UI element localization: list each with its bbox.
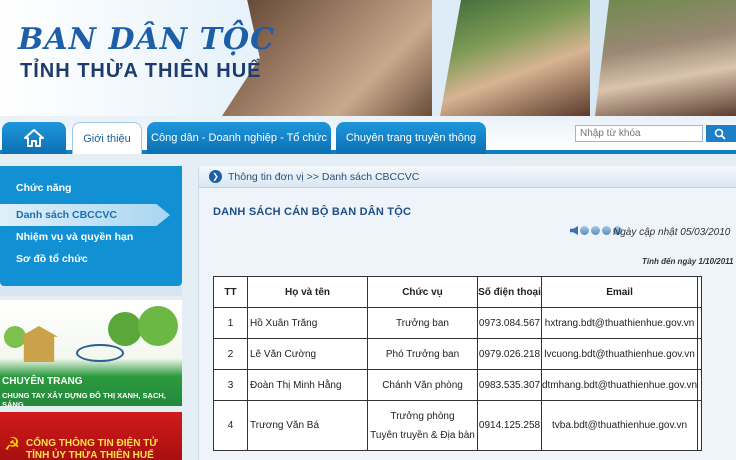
tree-graphic bbox=[108, 312, 142, 346]
cell-position: Phó Trưởng ban bbox=[367, 338, 478, 370]
tab-chuyen-trang-truyen-thong[interactable]: Chuyên trang truyền thông bbox=[336, 122, 486, 154]
search-button[interactable] bbox=[706, 125, 736, 142]
column-header-position: Chức vụ bbox=[367, 276, 478, 308]
header-photo-elderly-woman bbox=[222, 0, 432, 116]
cell-extra bbox=[697, 400, 703, 451]
cell-extra bbox=[697, 338, 703, 370]
banner-do-thi-xanh[interactable]: CHUYÊN TRANG CHUNG TAY XÂY DỰNG ĐÔ THỊ X… bbox=[0, 300, 182, 406]
cell-phone: 0973.084.567 bbox=[477, 307, 542, 339]
tab-gioi-thieu[interactable]: Giới thiệu bbox=[72, 122, 142, 154]
header-photo-girl bbox=[440, 0, 590, 116]
column-header-tt: TT bbox=[213, 276, 248, 308]
tab-cong-dan-doanh-nghiep[interactable]: Công dân - Doanh nghiệp - Tổ chức bbox=[147, 122, 331, 154]
site-logo-title[interactable]: BAN DÂN TỘC bbox=[18, 22, 275, 57]
sidebar-item-danh-sach-cbccvc[interactable]: Danh sách CBCCVC bbox=[0, 204, 170, 226]
email-icon[interactable] bbox=[591, 226, 600, 235]
cell-email[interactable]: hxtrang.bdt@thuathienhue.gov.vn bbox=[540, 307, 699, 339]
table-row: 1 Hồ Xuân Trăng Trưởng ban 0973.084.567 … bbox=[213, 307, 703, 339]
cell-tt: 3 bbox=[213, 369, 248, 401]
home-icon bbox=[24, 129, 44, 147]
page-title: DANH SÁCH CÁN BỘ BAN DÂN TỘC bbox=[213, 206, 412, 218]
search-input[interactable] bbox=[575, 125, 703, 142]
site-logo-subtitle: TỈNH THỪA THIÊN HUẾ bbox=[20, 60, 262, 82]
updated-date: Ngày cập nhật 05/03/2010 bbox=[613, 227, 731, 238]
header-photo-woman-pipe bbox=[595, 0, 736, 116]
table-header-row: TT Họ và tên Chức vụ Số điện thoại Email bbox=[213, 276, 703, 308]
cell-email[interactable]: dtmhang.bdt@thuathienhue.gov.vn bbox=[540, 369, 699, 401]
cell-email[interactable]: tvba.bdt@thuathienhue.gov.vn bbox=[540, 400, 699, 451]
position-line-1: Trưởng phòng bbox=[390, 410, 455, 422]
table-row: 4 Trương Văn Bá Trưởng phòng Tuyên truyề… bbox=[213, 400, 703, 451]
position-line-2: Tuyên truyền & Địa bàn bbox=[370, 429, 475, 441]
sidebar-divider bbox=[0, 286, 182, 296]
tree-graphic bbox=[138, 306, 178, 346]
breadcrumb-text[interactable]: Thông tin đơn vị >> Danh sách CBCCVC bbox=[228, 171, 419, 183]
breadcrumb: ❯ Thông tin đơn vị >> Danh sách CBCCVC bbox=[199, 166, 736, 188]
banner-title: CHUYÊN TRANG bbox=[2, 376, 83, 387]
table-row: 3 Đoàn Thị Minh Hằng Chánh Văn phòng 098… bbox=[213, 369, 703, 401]
cell-email[interactable]: lvcuong.bdt@thuathienhue.gov.vn bbox=[540, 338, 699, 370]
cell-tt: 1 bbox=[213, 307, 248, 339]
banner-text: CỔNG THÔNG TIN ĐIỆN TỬ TỈNH ỦY THỪA THIÊ… bbox=[26, 438, 158, 460]
print-icon[interactable] bbox=[580, 226, 589, 235]
cell-extra bbox=[697, 369, 703, 401]
table-row: 2 Lê Văn Cường Phó Trưởng ban 0979.026.2… bbox=[213, 338, 703, 370]
nav-home-button[interactable] bbox=[2, 122, 66, 154]
hammer-sickle-icon: ☭ bbox=[4, 434, 21, 454]
column-header-extra bbox=[697, 276, 703, 308]
cell-name: Hồ Xuân Trăng bbox=[247, 307, 368, 339]
cell-position: Chánh Văn phòng bbox=[367, 369, 478, 401]
arrow-right-icon: ❯ bbox=[209, 170, 222, 183]
sidebar-item-chuc-nang[interactable]: Chức năng bbox=[0, 177, 182, 199]
sidebar-item-nhiem-vu[interactable]: Nhiệm vụ và quyền hạn bbox=[0, 226, 182, 248]
cell-name: Trương Văn Bá bbox=[247, 400, 368, 451]
cell-position: Trưởng phòng Tuyên truyền & Địa bàn bbox=[367, 400, 478, 451]
pagoda-graphic bbox=[20, 326, 58, 362]
column-header-email: Email bbox=[540, 276, 699, 308]
sidebar-item-so-do-to-chuc[interactable]: Sơ đồ tổ chức bbox=[0, 248, 182, 270]
cell-phone: 0914.125.258 bbox=[477, 400, 542, 451]
sidebar-menu: Chức năng Danh sách CBCCVC Nhiệm vụ và q… bbox=[0, 166, 182, 286]
cyclo-graphic bbox=[76, 344, 124, 362]
site-header: BAN DÂN TỘC TỈNH THỪA THIÊN HUẾ bbox=[0, 0, 736, 116]
banner-cong-thong-tin[interactable]: ☭ CỔNG THÔNG TIN ĐIỆN TỬ TỈNH ỦY THỪA TH… bbox=[0, 412, 182, 460]
column-header-name: Họ và tên bbox=[247, 276, 368, 308]
cell-name: Lê Văn Cường bbox=[247, 338, 368, 370]
main-content: ❯ Thông tin đơn vị >> Danh sách CBCCVC D… bbox=[198, 166, 736, 460]
speaker-icon[interactable] bbox=[570, 226, 578, 235]
tree-graphic bbox=[4, 326, 26, 348]
cell-phone: 0983.535.307 bbox=[477, 369, 542, 401]
column-header-phone: Số điện thoại bbox=[477, 276, 542, 308]
cell-tt: 4 bbox=[213, 400, 248, 451]
banner-subtitle: CHUNG TAY XÂY DỰNG ĐÔ THỊ XANH, SẠCH, SÁ… bbox=[2, 391, 166, 406]
staff-table: TT Họ và tên Chức vụ Số điện thoại Email… bbox=[213, 276, 703, 451]
as-of-date: Tính đến ngày 1/10/2011 bbox=[642, 257, 734, 266]
cell-tt: 2 bbox=[213, 338, 248, 370]
cell-phone: 0979.026.218 bbox=[477, 338, 542, 370]
zoom-icon[interactable] bbox=[602, 226, 611, 235]
cell-extra bbox=[697, 307, 703, 339]
search-icon bbox=[714, 128, 726, 140]
cell-position: Trưởng ban bbox=[367, 307, 478, 339]
cell-name: Đoàn Thị Minh Hằng bbox=[247, 369, 368, 401]
